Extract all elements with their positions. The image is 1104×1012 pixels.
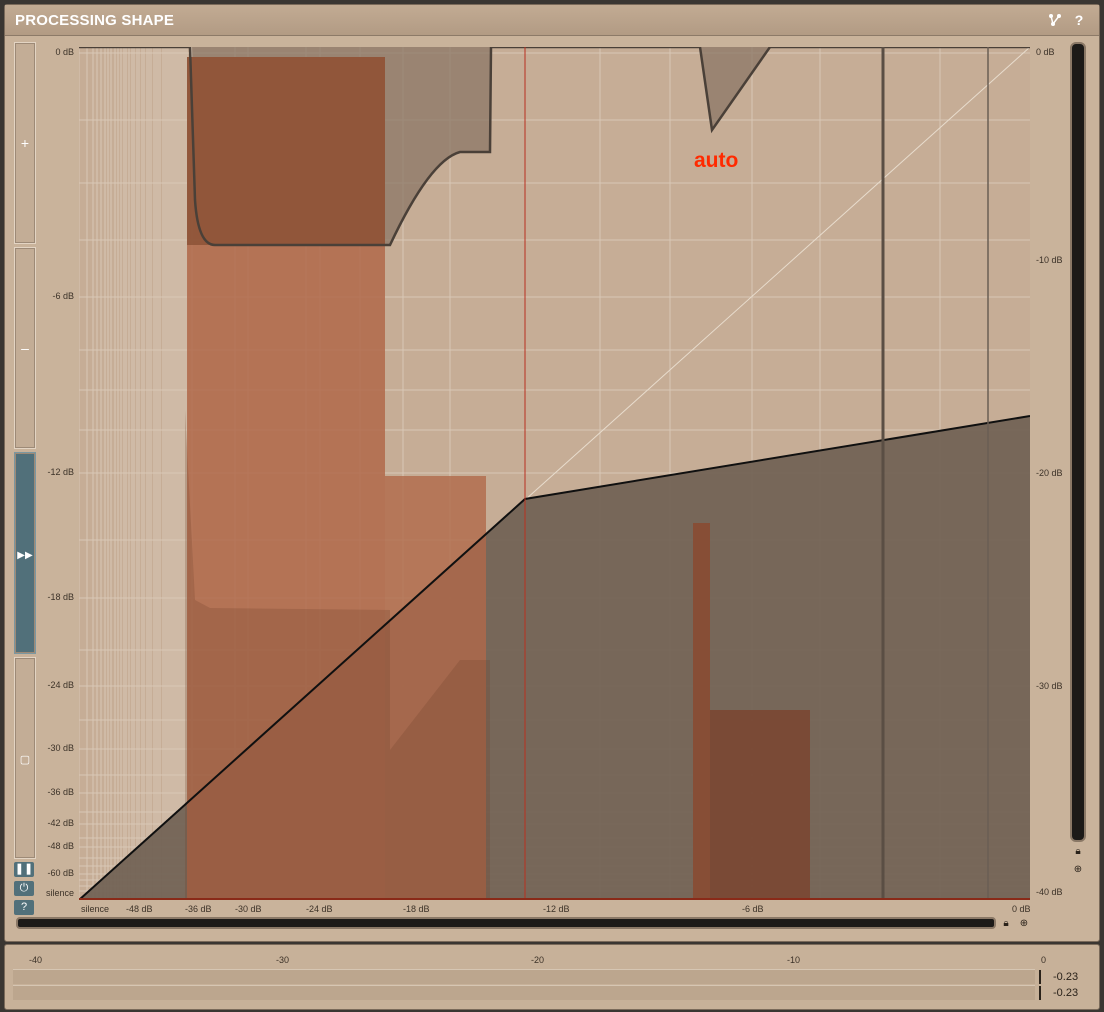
right-tick-label: -40 dB xyxy=(1036,887,1063,897)
meter-peak-right xyxy=(1039,986,1041,1000)
left-tick-label: -60 dB xyxy=(47,868,74,878)
zoom-icon[interactable]: ⊕ xyxy=(1072,864,1084,876)
right-tick-label: -30 dB xyxy=(1036,681,1063,691)
bottom-tick-label: -36 dB xyxy=(185,904,212,914)
right-tick-label: -20 dB xyxy=(1036,468,1063,478)
left-tick-label: -24 dB xyxy=(47,680,74,690)
left-tick-label: -42 dB xyxy=(47,818,74,828)
lock-icon[interactable]: 🔒︎ xyxy=(1072,846,1084,858)
h-lock-icon[interactable]: 🔒︎ xyxy=(1000,918,1012,930)
vertical-scrollbar[interactable] xyxy=(1070,42,1086,842)
meter-bar-left xyxy=(13,969,1041,984)
left-tick-label: -48 dB xyxy=(47,841,74,851)
bottom-tick-label: -30 dB xyxy=(235,904,262,914)
meter-peak-left xyxy=(1039,970,1041,984)
left-tick-label: silence xyxy=(45,888,74,898)
output-meter-panel: -40 -30 -20 -10 0 -0.23 -0.23 xyxy=(4,944,1100,1010)
meter-scale-label: -10 xyxy=(787,955,801,965)
auto-label: auto xyxy=(694,149,738,172)
processing-shape-graph[interactable]: auto xyxy=(0,0,1104,940)
h-zoom-icon[interactable]: ⊕ xyxy=(1018,918,1030,930)
horizontal-scrollbar[interactable] xyxy=(16,917,996,929)
meter-scale-label: -20 xyxy=(531,955,545,965)
bottom-tick-label: -6 dB xyxy=(742,904,764,914)
left-tick-label: -36 dB xyxy=(47,787,74,797)
meter-value-left: -0.23 xyxy=(1053,971,1079,983)
left-tick-label: -30 dB xyxy=(47,743,74,753)
meter-scale-label: 0 xyxy=(1041,955,1047,965)
bottom-tick-label: -24 dB xyxy=(306,904,333,914)
level-bar-4 xyxy=(710,710,810,900)
meter-bar-right xyxy=(13,985,1041,1000)
meter-value-right: -0.23 xyxy=(1053,987,1079,999)
level-bar-1-top xyxy=(187,57,385,245)
left-tick-label: 0 dB xyxy=(55,47,74,57)
right-tick-label: -10 dB xyxy=(1036,255,1063,265)
right-tick-label: 0 dB xyxy=(1036,47,1055,57)
left-tick-label: -18 dB xyxy=(47,592,74,602)
left-tick-label: -12 dB xyxy=(47,467,74,477)
bottom-tick-label: -12 dB xyxy=(543,904,570,914)
meter-scale-label: -30 xyxy=(276,955,290,965)
bottom-tick-label: -48 dB xyxy=(126,904,153,914)
level-bar-3 xyxy=(693,523,710,900)
bottom-tick-label: -18 dB xyxy=(403,904,430,914)
bottom-tick-label: silence xyxy=(81,904,110,914)
bottom-tick-label: 0 dB xyxy=(1012,904,1031,914)
left-tick-label: -6 dB xyxy=(52,291,74,301)
meter-scale-label: -40 xyxy=(29,955,43,965)
